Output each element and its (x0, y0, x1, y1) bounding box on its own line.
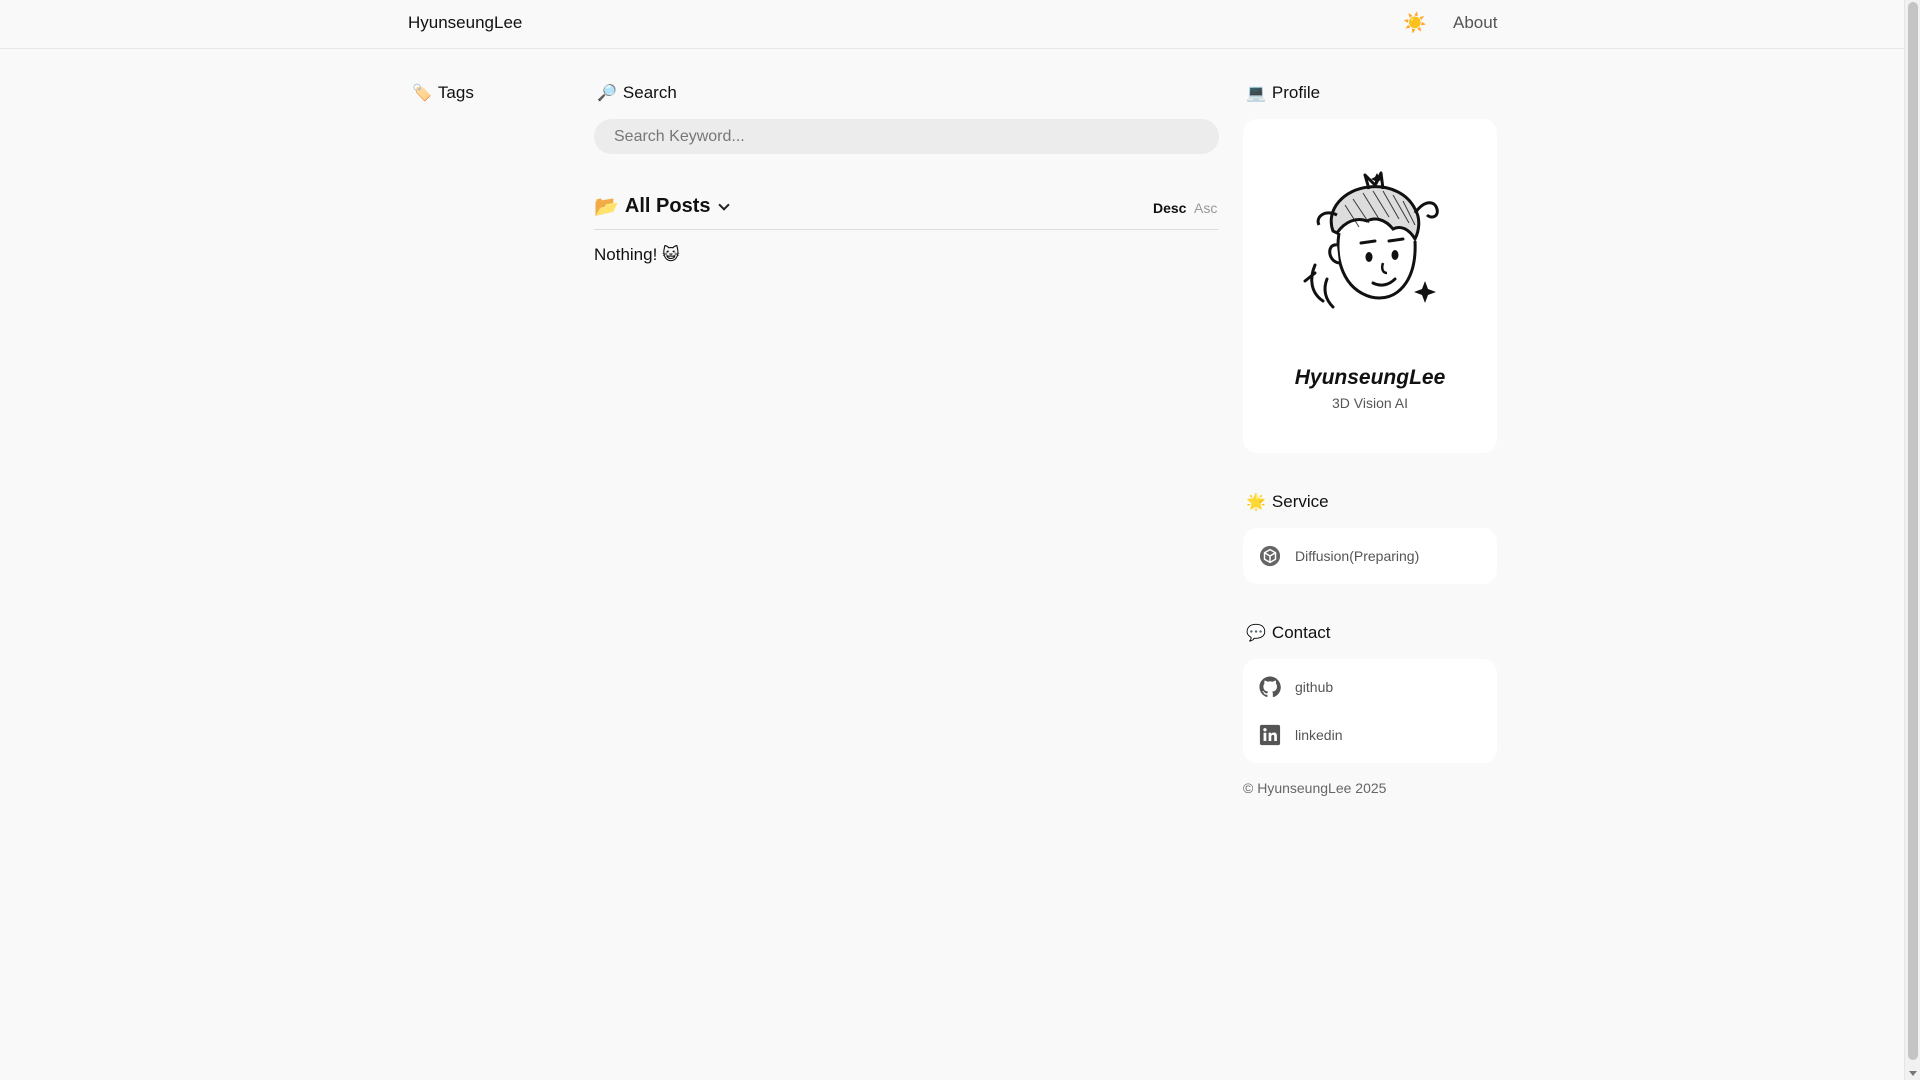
empty-posts-message: Nothing! 😺 (594, 245, 680, 264)
service-heading: 🌟 Service (1246, 492, 1329, 512)
profile-role: 3D Vision AI (1331, 395, 1408, 411)
profile-heading: 💻 Profile (1246, 83, 1320, 103)
scroll-down-arrow-icon[interactable] (1909, 1071, 1917, 1076)
sort-asc-button[interactable]: Asc (1194, 200, 1217, 216)
page: HyunseungLee ☀️ About 🏷️ Tags 🔎 Search 📂… (0, 0, 1904, 1080)
service-title: Service (1271, 492, 1329, 511)
tag-icon: 🏷️ (412, 85, 432, 102)
about-link[interactable]: About (1453, 13, 1497, 33)
avatar (1303, 171, 1439, 309)
profile-card: HyunseungLee 3D Vision AI (1243, 119, 1497, 453)
contact-item-label: linkedin (1295, 727, 1343, 743)
category-title: All Posts (624, 195, 711, 217)
brand-link[interactable]: HyunseungLee (408, 13, 522, 33)
top-nav: HyunseungLee ☀️ About (0, 0, 1904, 49)
search-input[interactable] (594, 119, 1219, 154)
tags-heading: 🏷️ Tags (412, 83, 474, 103)
service-item-label: Diffusion(Preparing) (1295, 548, 1420, 564)
contact-card: github linkedin (1243, 659, 1497, 763)
laptop-icon: 💻 (1246, 85, 1266, 102)
contact-item-github[interactable]: github (1259, 676, 1333, 698)
category-dropdown[interactable]: 📂 All Posts (594, 194, 731, 219)
folder-icon: 📂 (594, 196, 619, 218)
tags-title: Tags (437, 83, 474, 102)
speech-bubble-icon: 💬 (1246, 625, 1266, 642)
linkedin-icon (1259, 724, 1281, 746)
search-heading: 🔎 Search (597, 83, 677, 103)
sun-icon[interactable]: ☀️ (1403, 12, 1427, 36)
contact-heading: 💬 Contact (1246, 623, 1331, 643)
sort-desc-button[interactable]: Desc (1153, 200, 1186, 216)
search-title: Search (622, 83, 677, 102)
cube-icon (1259, 545, 1281, 567)
service-card: Diffusion(Preparing) (1243, 528, 1497, 584)
profile-name: HyunseungLee (1294, 366, 1446, 389)
page-scrollbar[interactable] (1904, 0, 1920, 1080)
github-icon (1259, 676, 1281, 698)
contact-item-linkedin[interactable]: linkedin (1259, 724, 1342, 746)
scrollbar-thumb[interactable] (1908, 2, 1918, 1060)
copyright: © HyunseungLee 2025 (1243, 780, 1387, 796)
contact-item-label: github (1295, 679, 1334, 695)
chevron-down-icon (718, 198, 731, 211)
magnifier-icon: 🔎 (597, 85, 617, 102)
posts-header: 📂 All Posts Desc Asc (594, 194, 1219, 230)
star-icon: 🌟 (1246, 494, 1266, 511)
profile-title: Profile (1271, 83, 1321, 102)
contact-title: Contact (1271, 623, 1331, 642)
service-item-diffusion[interactable]: Diffusion(Preparing) (1259, 545, 1419, 567)
